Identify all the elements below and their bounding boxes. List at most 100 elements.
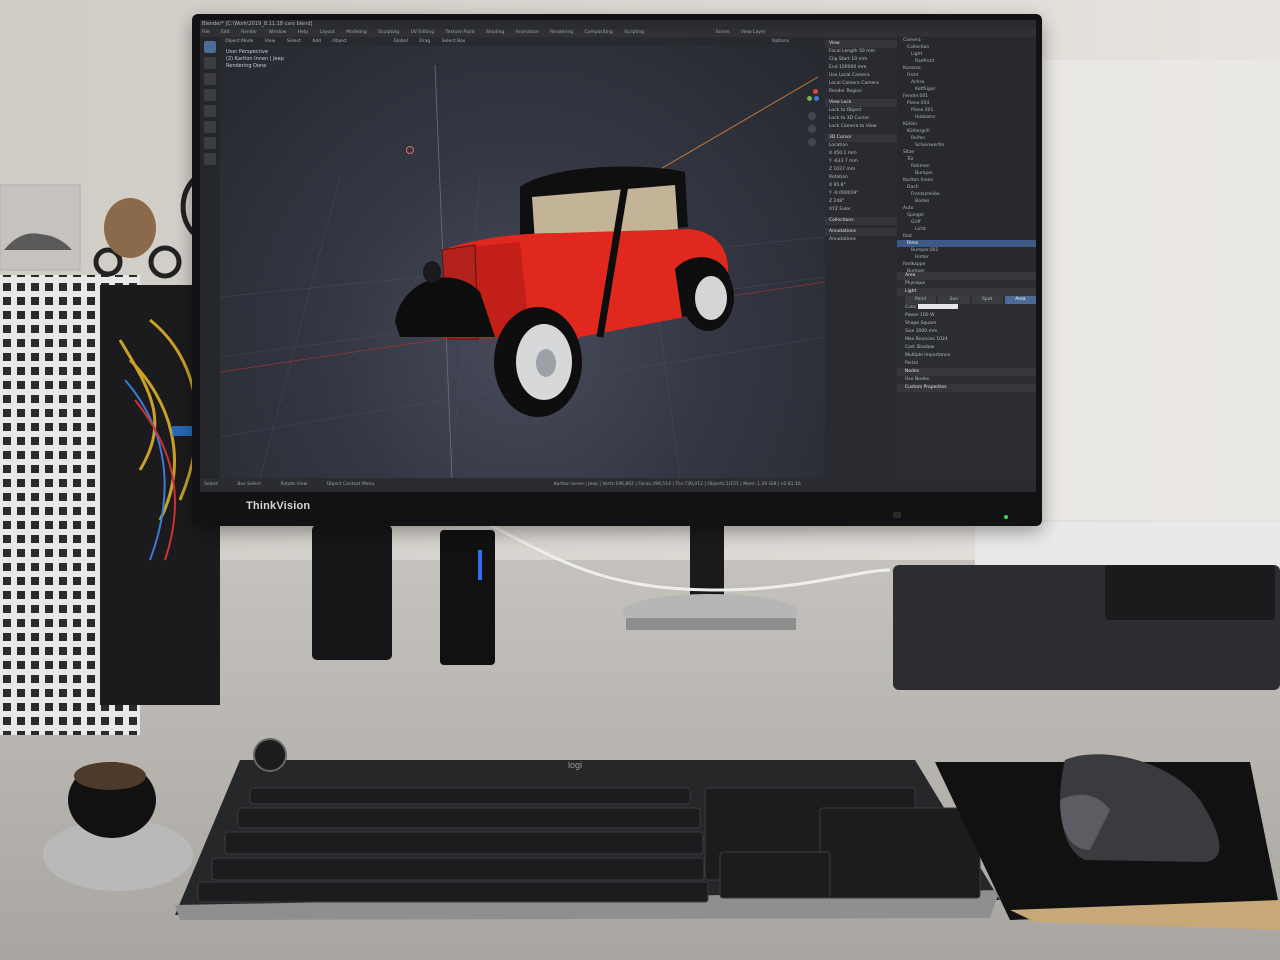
cursor-location-z[interactable]: Z 1027 mm [825,166,897,174]
tab-modeling[interactable]: Modeling [344,30,368,35]
color-swatch[interactable] [918,304,959,309]
outliner-item[interactable]: Bumper [897,170,1036,177]
car-model[interactable] [395,166,734,417]
outliner-item[interactable]: Radfront [897,58,1036,65]
outliner-item[interactable]: Sitze [897,149,1036,156]
outliner-item[interactable]: Spiegel [897,212,1036,219]
annotations-field[interactable]: Annotations [825,236,897,244]
cursor-rotation-z[interactable]: Z 248° [825,198,897,206]
view-lock-header[interactable]: View Lock [825,99,897,107]
outliner-item[interactable]: Fender.001 [897,93,1036,100]
outliner-item[interactable]: Front [897,72,1036,79]
3d-cursor-header[interactable]: 3D Cursor [825,134,897,142]
outliner-item[interactable]: Reifen [897,135,1036,142]
cast-shadow-checkbox[interactable]: Cast Shadow [897,344,1036,352]
menu-help[interactable]: Help [296,30,310,35]
cursor-rotation-x[interactable]: X 95.8° [825,182,897,190]
annotations-header[interactable]: Annotations [825,228,897,236]
view-panel-header[interactable]: View [825,40,897,48]
max-bounces-field[interactable]: Max Bounces 1024 [897,336,1036,344]
outliner-item[interactable]: Karosse [897,65,1036,72]
power-field[interactable]: Power 100 W [897,312,1036,320]
object-name-field[interactable]: Area [897,272,1036,280]
tab-uv-editing[interactable]: UV Editing [409,30,436,35]
local-camera-field[interactable]: Local Camera Camera [825,80,897,88]
cursor-tool-icon[interactable] [204,57,216,69]
select-box-tool-icon[interactable] [204,41,216,53]
menu-edit[interactable]: Edit [219,30,232,35]
outliner-item[interactable]: Tür [897,156,1036,163]
use-local-camera-checkbox[interactable]: Use Local Camera [825,72,897,80]
clip-end-field[interactable]: End 100000 mm [825,64,897,72]
scale-tool-icon[interactable] [204,105,216,117]
outliner-item[interactable]: Radkappe [897,261,1036,268]
gizmo-x-icon[interactable] [813,89,818,94]
tab-layout[interactable]: Layout [317,30,336,35]
cursor-rotation-y[interactable]: Y -0.000019° [825,190,897,198]
lock-to-3d-cursor-checkbox[interactable]: Lock to 3D Cursor [825,115,897,123]
outliner-item[interactable]: Kühlergrill [897,128,1036,135]
menu-file[interactable]: File [200,30,212,35]
multiple-importance-checkbox[interactable]: Multiple Importance [897,352,1036,360]
view-layer-selector[interactable]: View Layer [739,30,768,35]
rotate-tool-icon[interactable] [204,89,216,101]
3d-viewport[interactable]: Object Mode View Select Add Object Globa… [220,37,825,478]
outliner-item[interactable]: Rahmen [897,163,1036,170]
outliner-item[interactable]: Dach [897,184,1036,191]
outliner-item[interactable]: Griff [897,219,1036,226]
pan-view-icon[interactable] [808,125,816,133]
light-type-sun[interactable]: Sun [938,296,970,304]
outliner-item[interactable]: Kotflügel [897,86,1036,93]
outliner-item[interactable]: Bumper.001 [897,247,1036,254]
zoom-view-icon[interactable] [808,112,816,120]
focal-length-field[interactable]: Focal Length 50 mm [825,48,897,56]
outliner-item[interactable]: Frontscheibe [897,191,1036,198]
tab-animation[interactable]: Animation [514,30,541,35]
custom-properties-header[interactable]: Custom Properties [897,384,1036,392]
outliner-item[interactable]: Licht [897,226,1036,233]
outliner-item[interactable]: Plane.001 [897,107,1036,114]
scene-selector[interactable]: Scene [714,30,732,35]
outliner-item[interactable]: Achse [897,79,1036,86]
move-tool-icon[interactable] [204,73,216,85]
tab-compositing[interactable]: Compositing [583,30,615,35]
outliner-item[interactable]: Auto [897,205,1036,212]
gizmo-z-icon[interactable] [814,96,819,101]
clip-start-field[interactable]: Clip Start 10 mm [825,56,897,64]
tab-rendering[interactable]: Rendering [548,30,575,35]
menu-window[interactable]: Window [267,30,289,35]
tab-texture-paint[interactable]: Texture Paint [444,30,477,35]
light-type-spot[interactable]: Spot [971,296,1003,304]
outliner-item[interactable]: Rad [897,233,1036,240]
cursor-location-y[interactable]: Y -633.7 mm [825,158,897,166]
annotate-tool-icon[interactable] [204,137,216,149]
collections-header[interactable]: Collections [825,217,897,225]
outliner-item[interactable]: Scheinwerfer [897,142,1036,149]
outliner-item[interactable]: Hubkotor [897,114,1036,121]
physique-header[interactable]: Physique [897,280,1036,288]
rotation-mode-dropdown[interactable]: XYZ Euler [825,206,897,214]
lock-camera-to-view-checkbox[interactable]: Lock Camera to View [825,123,897,131]
light-type-area[interactable]: Area [1004,296,1036,304]
outliner-item[interactable]: Kühler [897,121,1036,128]
outliner-item[interactable]: Collection [897,44,1036,51]
tab-scripting[interactable]: Scripting [622,30,646,35]
measure-tool-icon[interactable] [204,153,216,165]
outliner-item[interactable]: Rims [897,240,1036,247]
outliner-item[interactable]: Camera [897,37,1036,44]
light-header[interactable]: Light [897,288,1036,296]
outliner-item[interactable]: Boden [897,198,1036,205]
size-field[interactable]: Size 1000 mm [897,328,1036,336]
3d-cursor-icon[interactable] [406,146,414,154]
transform-tool-icon[interactable] [204,121,216,133]
tab-sculpting[interactable]: Sculpting [376,30,401,35]
camera-view-icon[interactable] [808,138,816,146]
monitor-power-button[interactable] [893,512,901,518]
shape-field[interactable]: Shape Square [897,320,1036,328]
lock-to-object-field[interactable]: Lock to Object [825,107,897,115]
outliner-item[interactable]: Light [897,51,1036,58]
render-region-checkbox[interactable]: Render Region [825,88,897,96]
outliner-item[interactable]: Plane.054 [897,100,1036,107]
tab-shading[interactable]: Shading [484,30,506,35]
navigation-gizmo[interactable] [805,87,821,103]
